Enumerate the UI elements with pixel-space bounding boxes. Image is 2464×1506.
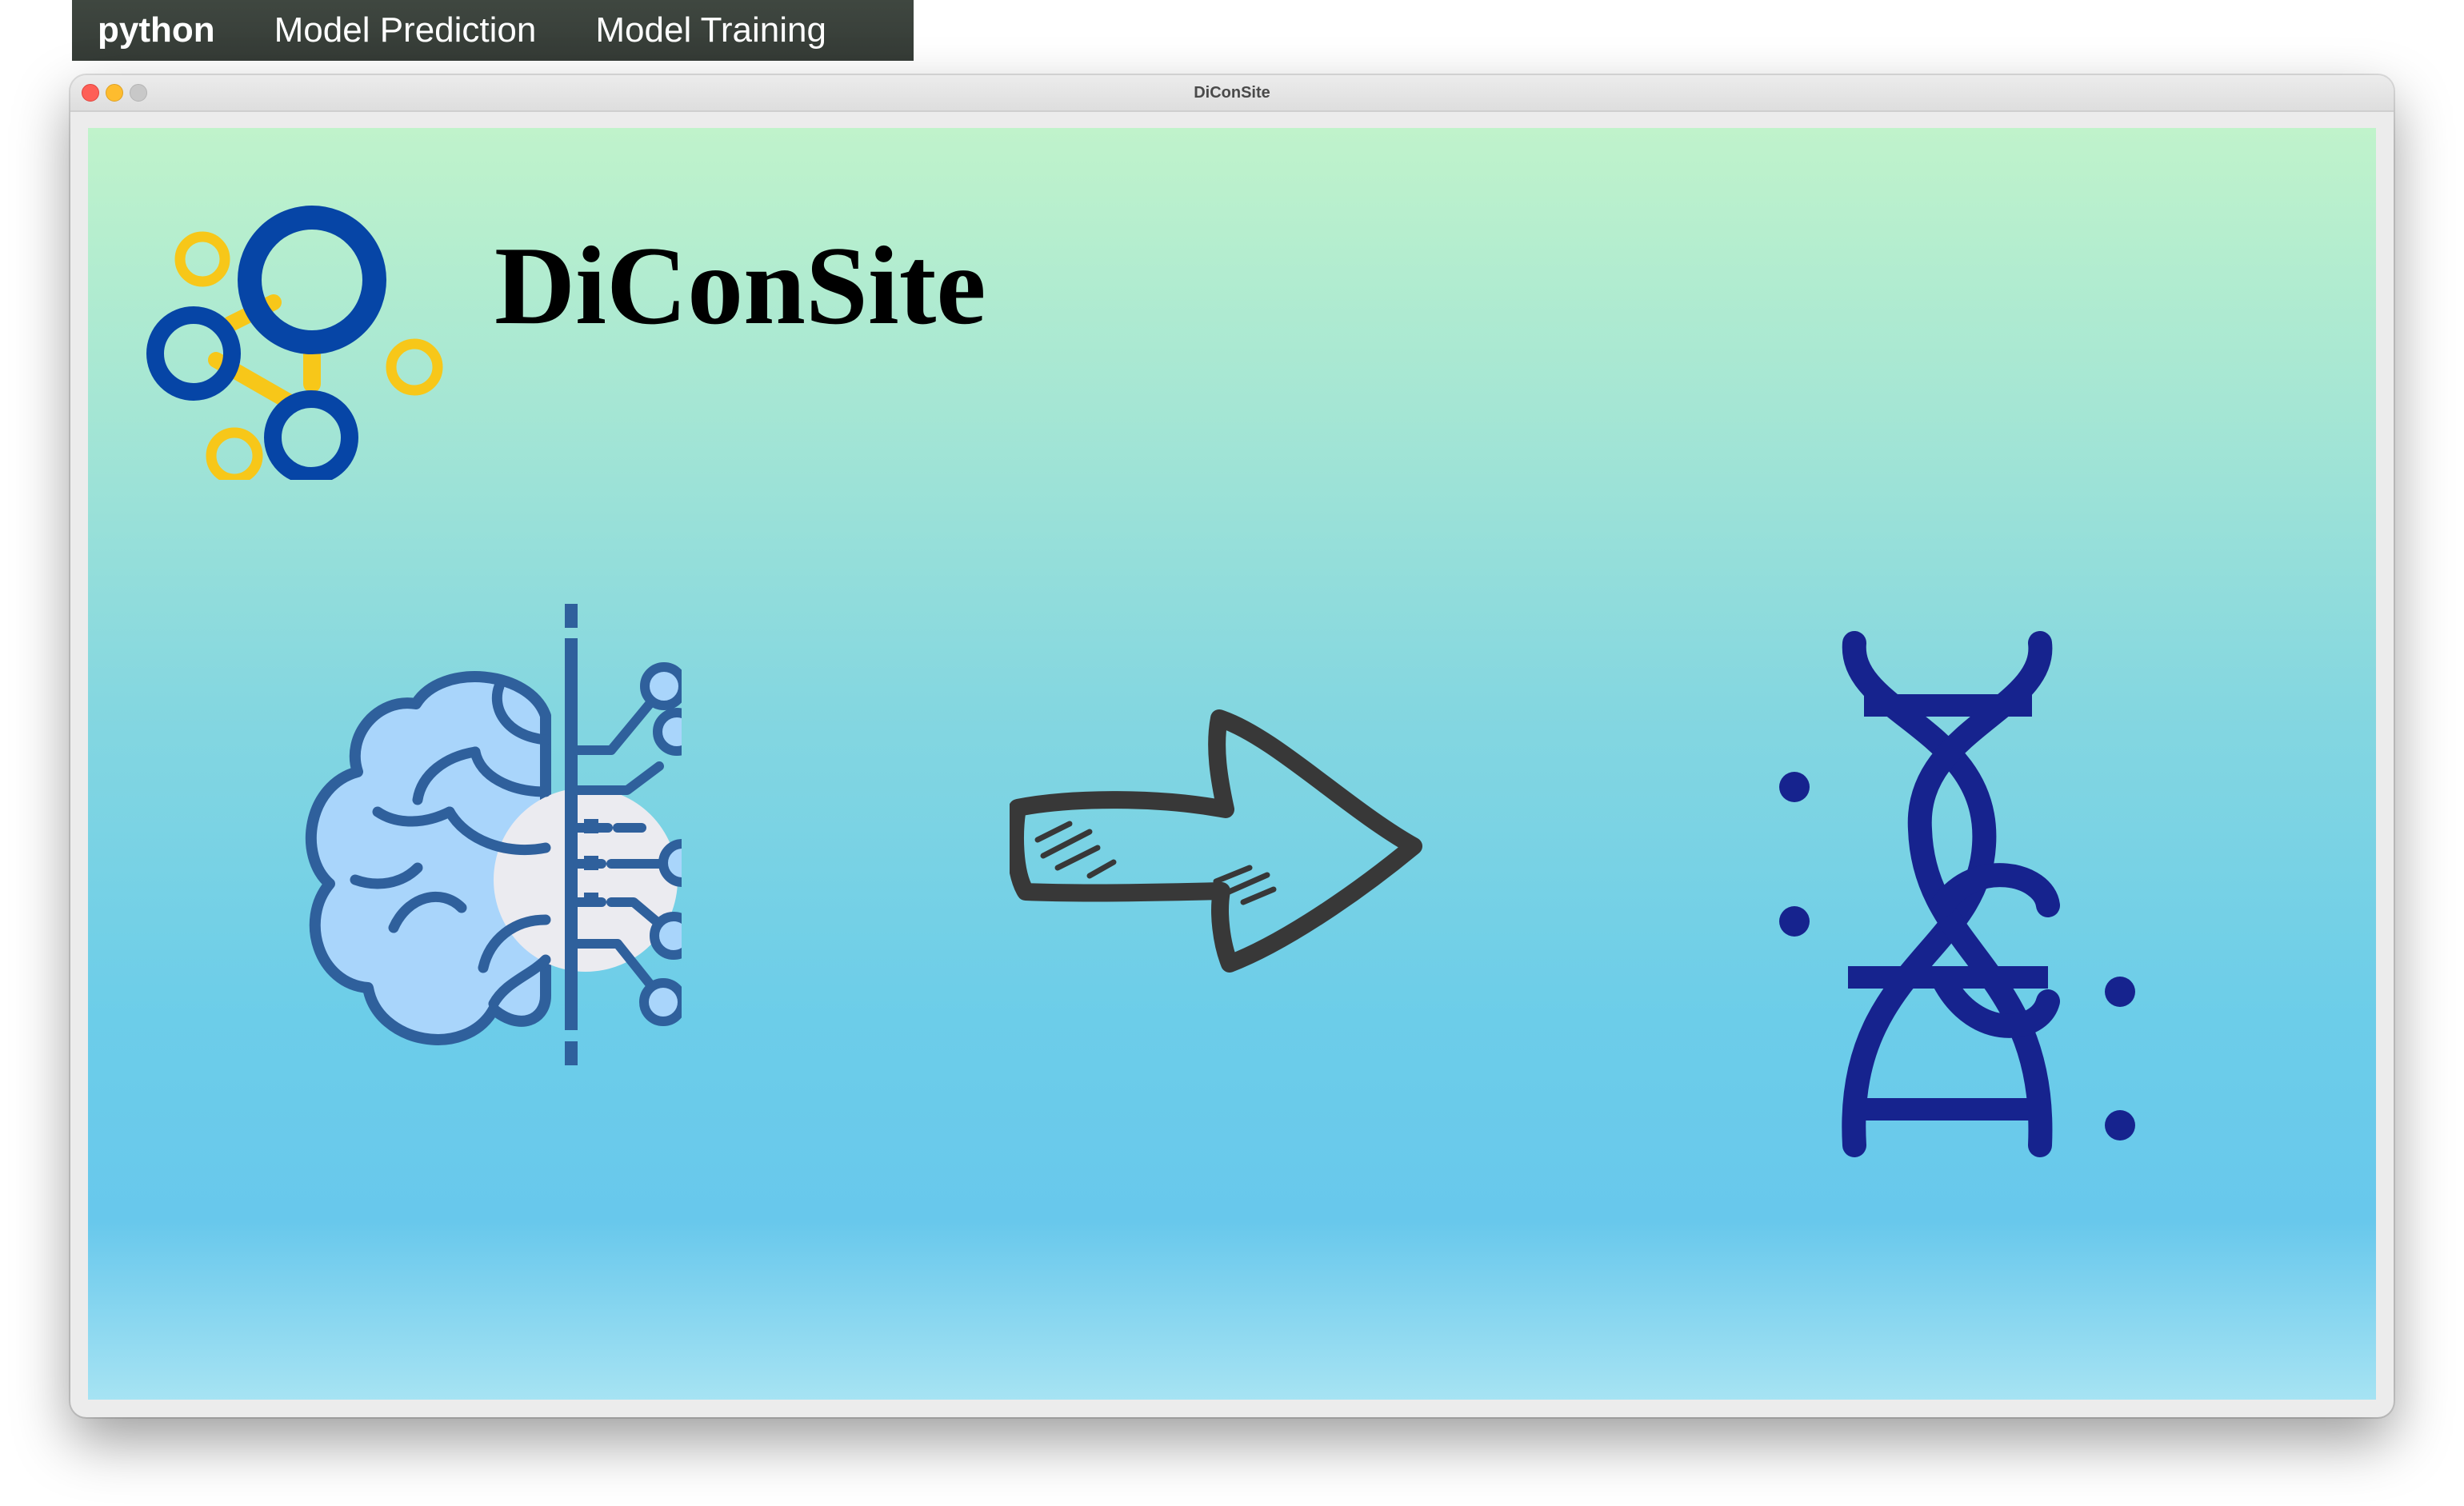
right-arrow-icon	[1010, 709, 1422, 973]
ai-brain-circuit-icon	[305, 604, 682, 1065]
brand-title: DiConSite	[494, 224, 986, 348]
app-window: DiConSite DiConSite	[70, 75, 2394, 1417]
dna-helix-icon	[1779, 631, 2135, 1157]
menu-item-model-prediction[interactable]: Model Prediction	[274, 10, 537, 50]
window-title: DiConSite	[1194, 84, 1270, 102]
molecule-network-logo-icon	[146, 206, 443, 480]
menu-bar: python Model Prediction Model Training	[72, 0, 914, 61]
main-content: DiConSite	[88, 128, 2376, 1400]
window-titlebar[interactable]: DiConSite	[70, 75, 2394, 112]
menu-item-model-training[interactable]: Model Training	[595, 10, 826, 50]
menu-app-name[interactable]: python	[98, 10, 215, 50]
